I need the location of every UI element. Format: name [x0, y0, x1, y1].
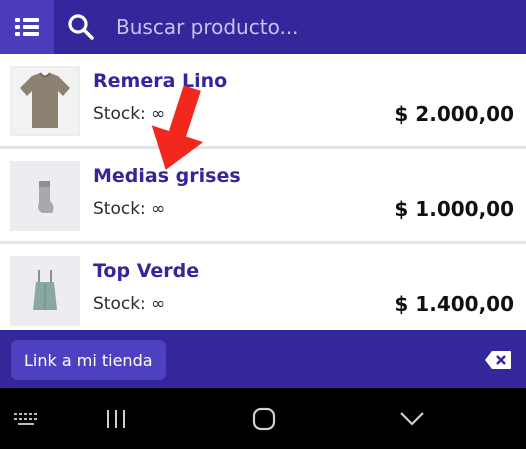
product-name: Top Verde [93, 260, 200, 282]
search-icon [68, 14, 94, 40]
annotation-arrow-icon [151, 85, 204, 170]
search-input[interactable] [108, 0, 526, 54]
system-nav-bar [0, 388, 526, 449]
top-image [12, 258, 78, 324]
product-stock: Stock: ∞ [93, 294, 166, 314]
product-row[interactable]: Remera Lino Stock: ∞ $ 2.000,00 [0, 54, 526, 149]
list-icon [15, 18, 39, 36]
menu-button[interactable] [0, 0, 54, 54]
store-link-button[interactable]: Link a mi tienda [11, 340, 166, 380]
bottom-bar: Link a mi tienda [0, 330, 526, 388]
product-price: $ 1.400,00 [394, 292, 514, 316]
product-thumbnail [10, 256, 80, 326]
home-icon[interactable] [250, 406, 278, 432]
product-list: Remera Lino Stock: ∞ $ 2.000,00 Medias g… [0, 54, 526, 330]
tshirt-image [12, 68, 78, 134]
recents-icon[interactable] [103, 406, 129, 432]
app-screen: Remera Lino Stock: ∞ $ 2.000,00 Medias g… [0, 0, 526, 449]
back-chevron-icon[interactable] [398, 406, 426, 432]
socks-image [12, 163, 78, 229]
product-row[interactable]: Top Verde Stock: ∞ $ 1.400,00 [0, 244, 526, 330]
product-price: $ 2.000,00 [394, 102, 514, 126]
product-row[interactable]: Medias grises Stock: ∞ $ 1.000,00 [0, 149, 526, 244]
product-thumbnail [10, 161, 80, 231]
search-button[interactable] [54, 0, 108, 54]
product-stock: Stock: ∞ [93, 199, 166, 219]
top-bar [0, 0, 526, 54]
product-price: $ 1.000,00 [394, 197, 514, 221]
keyboard-icon[interactable] [12, 406, 40, 432]
product-thumbnail [10, 66, 80, 136]
backspace-icon[interactable] [484, 350, 512, 370]
